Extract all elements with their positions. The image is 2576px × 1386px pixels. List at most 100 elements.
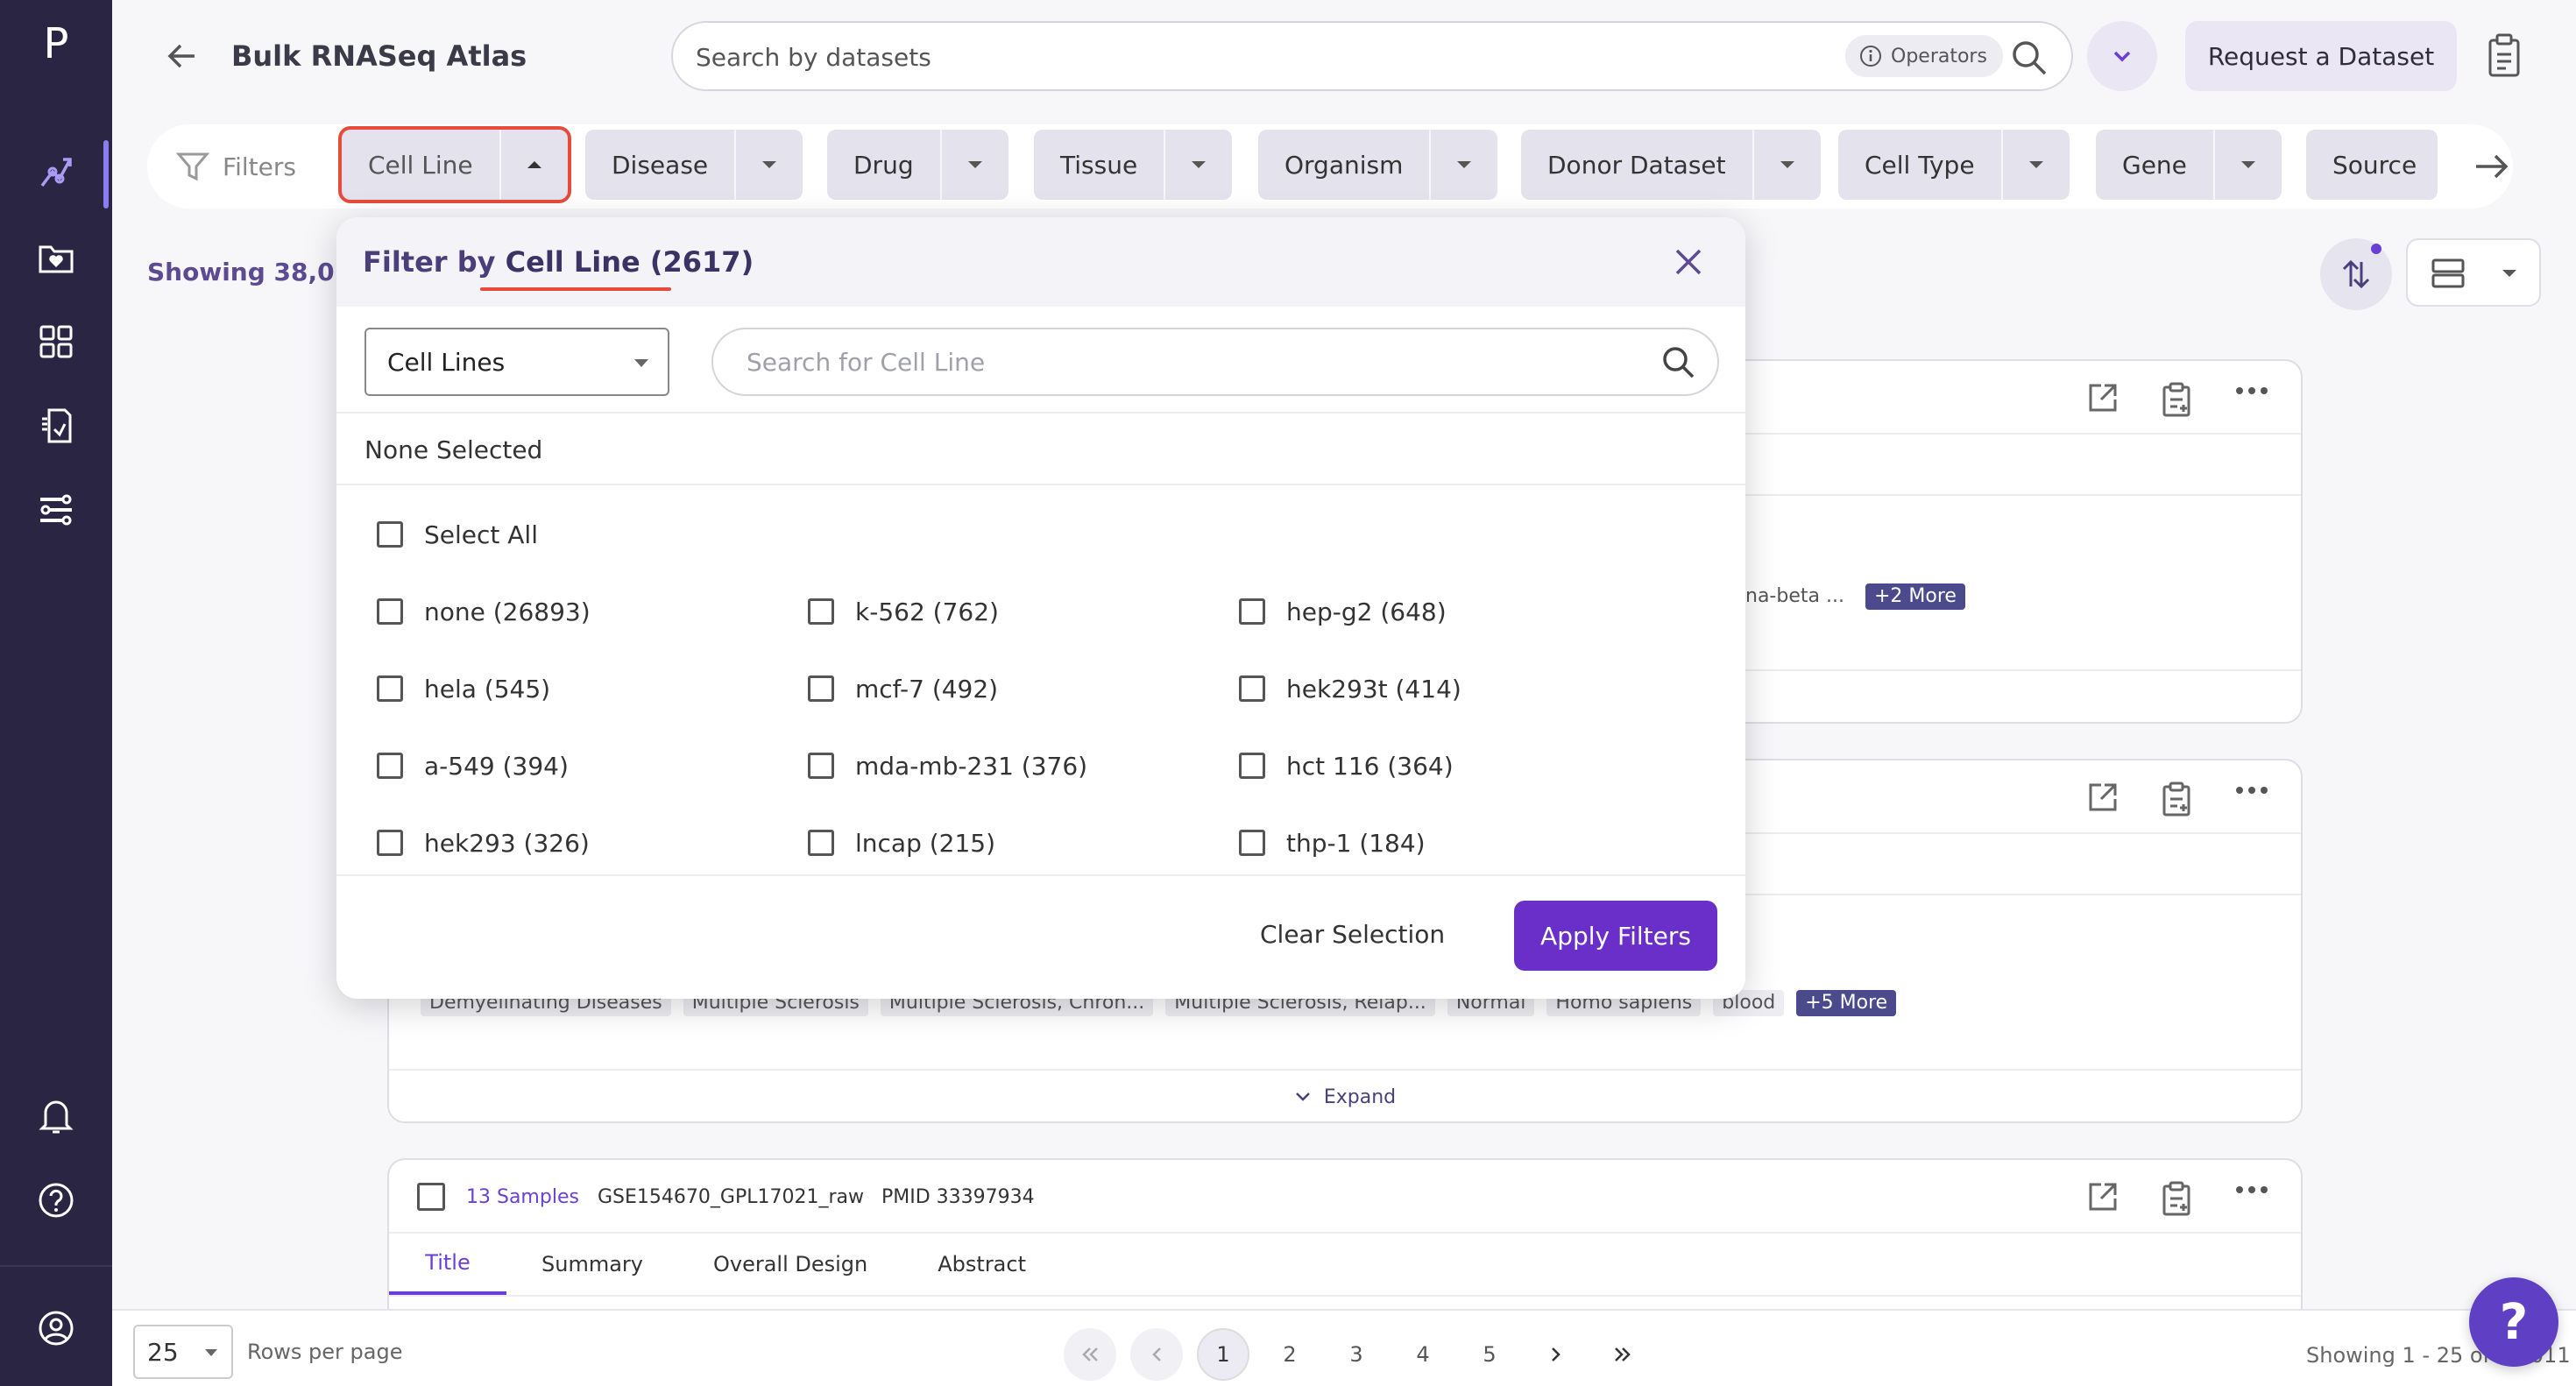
filter-chip-source[interactable]: Source [2306,130,2438,200]
caret-down-icon[interactable] [2212,130,2282,200]
bell-icon[interactable] [30,1090,82,1142]
help-fab-button[interactable]: ? [2469,1277,2558,1367]
search-icon[interactable] [1660,343,1698,382]
clipboard-add-icon[interactable] [2161,382,2196,417]
caret-up-icon[interactable] [499,130,568,200]
checkbox[interactable] [377,675,403,702]
checkbox-label: hct 116 (364) [1286,751,1454,781]
tab-title[interactable]: Title [389,1234,506,1295]
folder-heart-icon[interactable] [30,231,82,284]
search-options-dropdown[interactable] [2087,21,2157,91]
tab-abstract[interactable]: Abstract [902,1234,1061,1295]
caret-down-icon[interactable] [2000,130,2070,200]
more-options-icon[interactable] [2234,382,2269,417]
first-page-icon[interactable] [1064,1328,1116,1381]
caret-down-icon [634,359,648,367]
checkbox[interactable] [1239,830,1265,856]
operators-button[interactable]: Operators [1845,35,2003,77]
page-title: Bulk RNASeq Atlas [231,39,527,73]
option-checkbox[interactable]: hct 116 (364) [1239,748,1454,783]
select-all-checkbox[interactable]: Select All [377,517,538,552]
cell-line-type-select[interactable]: Cell Lines [364,328,669,396]
checkbox[interactable] [1239,753,1265,779]
view-toggle-button[interactable] [2406,238,2541,307]
expand-button[interactable]: Expand [389,1071,2301,1121]
app-logo[interactable]: P [32,19,81,68]
filter-chip-gene[interactable]: Gene [2096,130,2282,200]
prev-page-icon[interactable] [1130,1328,1183,1381]
option-checkbox[interactable]: mcf-7 (492) [808,671,998,706]
option-checkbox[interactable]: lncap (215) [808,825,995,860]
open-external-icon[interactable] [2087,382,2122,417]
user-icon[interactable] [30,1302,82,1354]
filter-chip-donor-dataset[interactable]: Donor Dataset [1521,130,1821,200]
checkbox[interactable] [377,598,403,625]
help-circle-icon[interactable] [30,1174,82,1227]
analysis-icon[interactable] [30,145,82,198]
dataset-search-input[interactable]: Search by datasets Operators [671,21,2073,91]
checkbox[interactable] [377,521,403,548]
option-checkbox[interactable]: hek293 (326) [377,825,590,860]
filter-chip-organism[interactable]: Organism [1258,130,1498,200]
page-button[interactable]: 3 [1330,1328,1383,1381]
checkbox[interactable] [808,598,834,625]
cell-line-search-input[interactable]: Search for Cell Line [711,328,1719,396]
checkbox[interactable] [808,675,834,702]
apply-filters-button[interactable]: Apply Filters [1514,901,1717,971]
close-icon[interactable] [1668,242,1709,282]
option-checkbox[interactable]: k-562 (762) [808,594,999,629]
filter-chip-tissue[interactable]: Tissue [1034,130,1233,200]
checkbox[interactable] [1239,598,1265,625]
back-arrow-icon[interactable] [161,35,203,77]
clipboard-add-icon[interactable] [2161,781,2196,817]
option-checkbox[interactable]: thp-1 (184) [1239,825,1426,860]
filter-chip-disease[interactable]: Disease [585,130,803,200]
caret-down-icon[interactable] [1752,130,1821,200]
filter-chip-cell-type[interactable]: Cell Type [1838,130,2070,200]
more-tags-badge[interactable]: +2 More [1865,583,1965,610]
page-button[interactable]: 5 [1463,1328,1516,1381]
checkbox[interactable] [377,830,403,856]
more-tags-badge[interactable]: +5 More [1796,990,1897,1016]
filter-chip-cell-line[interactable]: Cell Line [338,126,571,203]
rows-per-page-select[interactable]: 25 [133,1325,233,1379]
request-dataset-button[interactable]: Request a Dataset [2185,21,2457,91]
clipboard-icon[interactable] [2481,32,2527,81]
grid-icon[interactable] [30,315,82,368]
option-checkbox[interactable]: mda-mb-231 (376) [808,748,1087,783]
tab-overall-design[interactable]: Overall Design [678,1234,902,1295]
caret-down-icon[interactable] [1164,130,1232,200]
option-checkbox[interactable]: none (26893) [377,594,591,629]
search-icon[interactable] [2010,39,2049,77]
filter-chip-drug[interactable]: Drug [827,130,1008,200]
caret-down-icon[interactable] [939,130,1008,200]
page-button[interactable]: 4 [1397,1328,1449,1381]
caret-down-icon [205,1349,217,1356]
pipeline-icon[interactable] [30,484,82,536]
option-checkbox[interactable]: hek293t (414) [1239,671,1461,706]
checkbox[interactable] [808,830,834,856]
more-options-icon[interactable] [2234,781,2269,817]
option-checkbox[interactable]: hep-g2 (648) [1239,594,1447,629]
open-external-icon[interactable] [2087,781,2122,817]
tab-summary[interactable]: Summary [506,1234,678,1295]
caret-down-icon[interactable] [734,130,803,200]
clipboard-add-icon[interactable] [2161,1181,2196,1216]
next-page-icon[interactable] [1530,1328,1582,1381]
page-button[interactable]: 2 [1263,1328,1316,1381]
clear-selection-button[interactable]: Clear Selection [1260,916,1445,953]
document-icon[interactable] [30,400,82,452]
arrow-right-icon[interactable] [2469,144,2515,189]
checkbox[interactable] [1239,675,1265,702]
checkbox[interactable] [808,753,834,779]
page-button[interactable]: 1 [1197,1328,1249,1381]
last-page-icon[interactable] [1596,1328,1649,1381]
card-checkbox[interactable] [417,1183,445,1211]
option-checkbox[interactable]: hela (545) [377,671,550,706]
option-checkbox[interactable]: a-549 (394) [377,748,569,783]
more-options-icon[interactable] [2234,1181,2269,1216]
checkbox[interactable] [377,753,403,779]
open-external-icon[interactable] [2087,1181,2122,1216]
caret-down-icon[interactable] [1429,130,1497,200]
samples-link[interactable]: 13 Samples [466,1183,579,1213]
